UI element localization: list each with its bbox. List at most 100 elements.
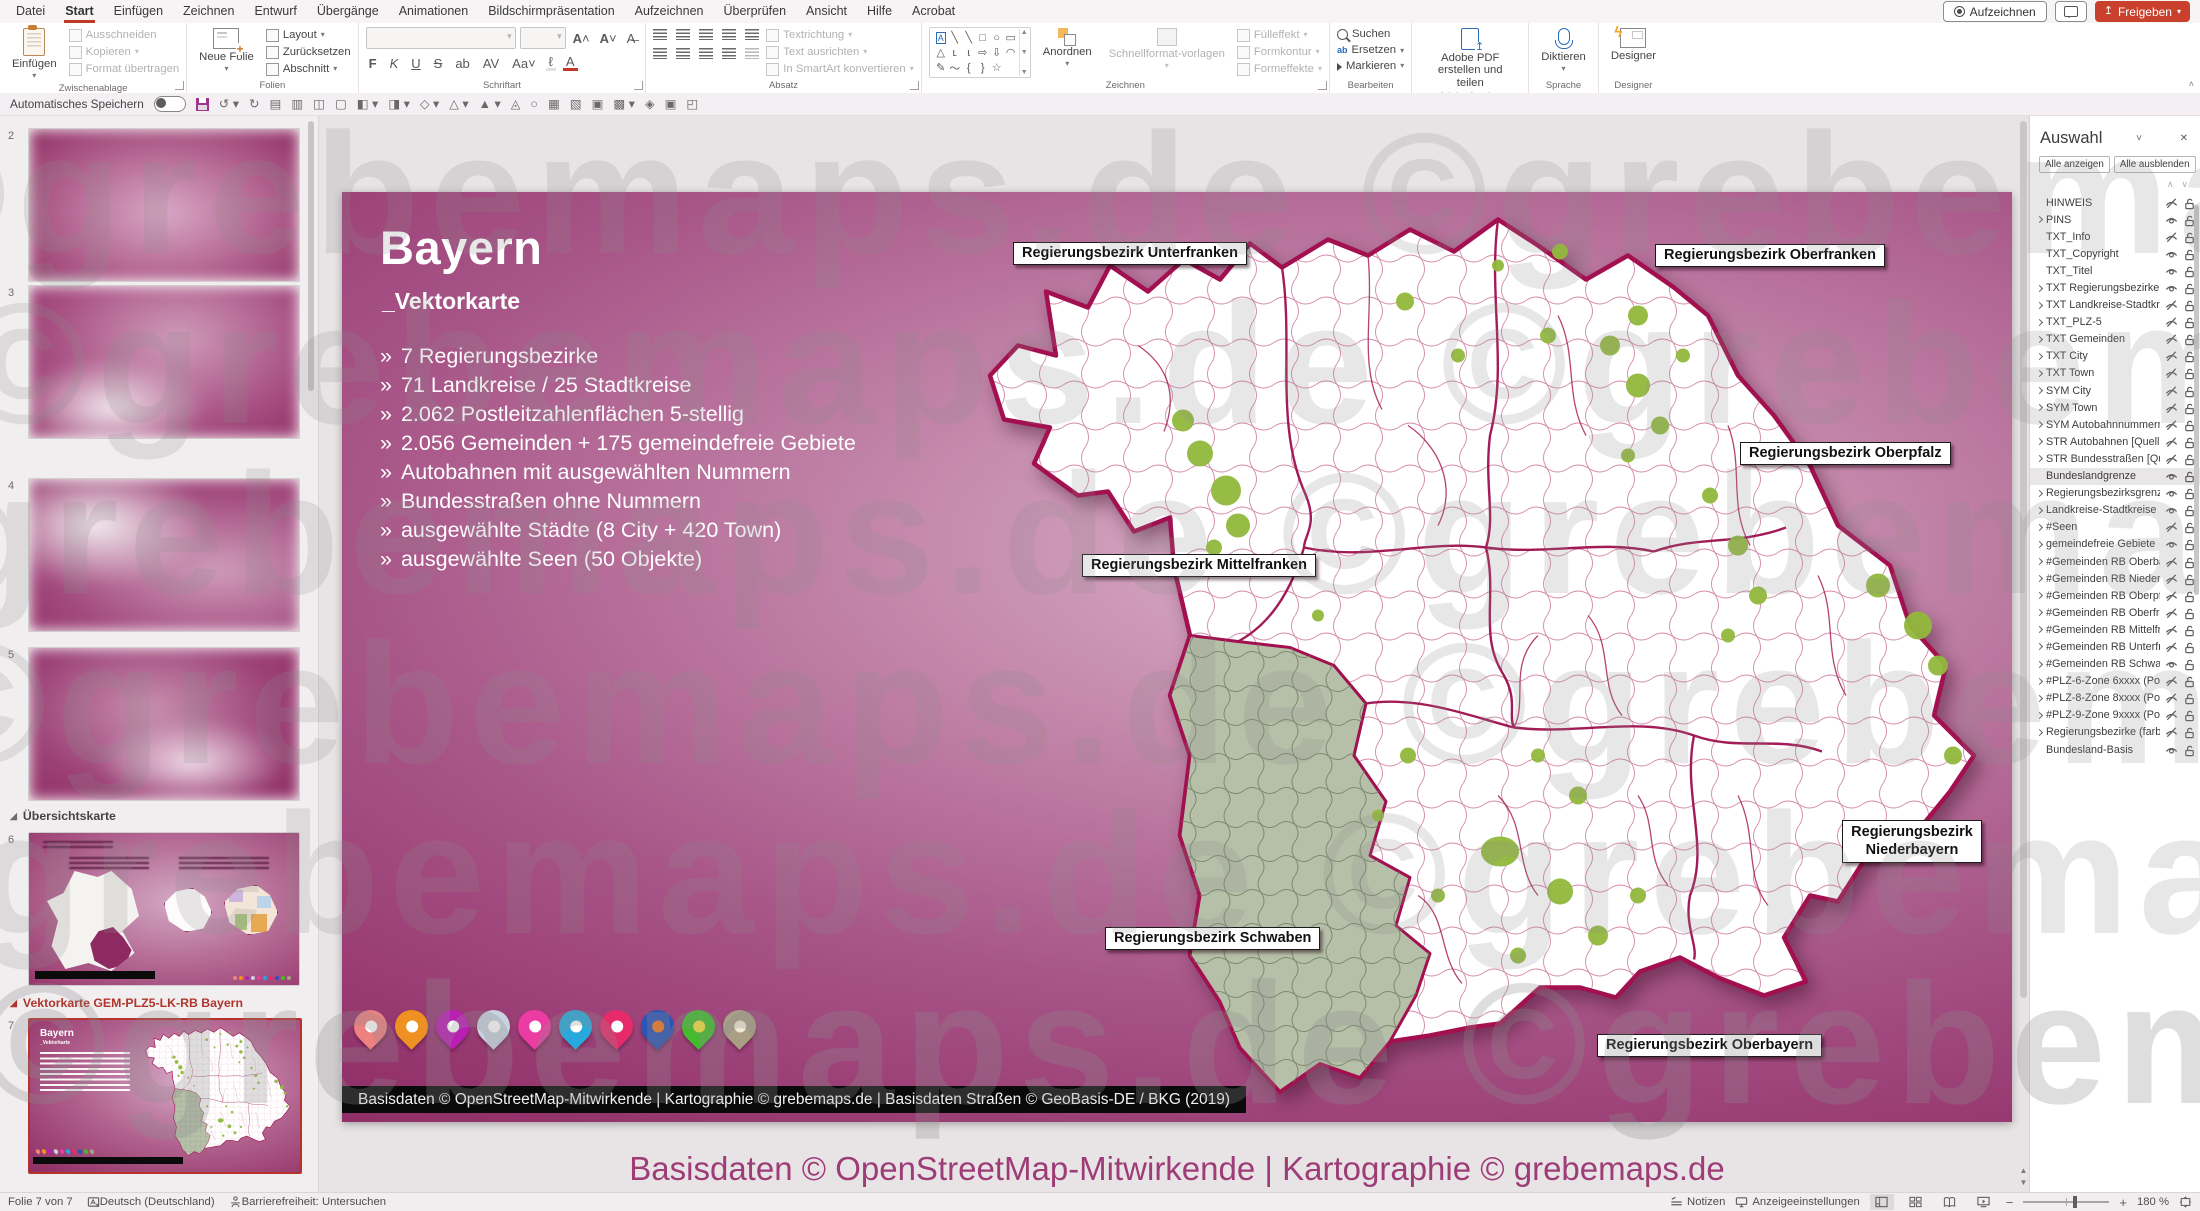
lock-icon[interactable] [2183,675,2196,687]
expand-chevron-icon[interactable] [2036,696,2046,701]
slide-title[interactable]: Bayern [380,220,542,275]
layer-row[interactable]: #Gemeinden RB Oberpfalz [2030,587,2200,604]
layer-row[interactable]: #Gemeinden RB Schwaben [2030,656,2200,673]
clear-formatting-button[interactable]: A̶ [624,31,639,46]
format-painter-button[interactable]: Format übertragen [69,63,180,76]
layer-row[interactable]: #Gemeinden RB Oberfranken [2030,604,2200,621]
expand-chevron-icon[interactable] [2036,456,2046,461]
map-pin-icon[interactable] [716,1003,763,1050]
scroll-up-icon[interactable]: ▲ [2019,1166,2028,1175]
map-label-oberfranken[interactable]: Regierungsbezirk Oberfranken [1655,244,1885,267]
decrease-indent-button[interactable] [699,29,713,40]
map-label-niederbayern[interactable]: Regierungsbezirk Niederbayern [1842,820,1982,863]
menu-tab[interactable]: Start [55,0,103,23]
collapse-ribbon-icon[interactable]: ˄ [2189,79,2194,89]
visibility-toggle-icon[interactable] [2165,248,2178,260]
show-all-button[interactable]: Alle anzeigen [2039,156,2110,173]
lock-icon[interactable] [2183,726,2196,738]
select-button[interactable]: Markieren▾ [1337,61,1404,73]
layer-row[interactable]: SYM City [2030,382,2200,399]
share-button[interactable]: ↥ Freigeben ▾ [2095,1,2190,22]
visibility-toggle-icon[interactable] [2165,367,2178,379]
comments-button[interactable] [2055,1,2087,22]
lock-icon[interactable] [2183,624,2196,636]
expand-chevron-icon[interactable] [2036,610,2046,615]
qat-icon[interactable]: ◇ ▾ [420,98,439,111]
visibility-toggle-icon[interactable] [2165,744,2178,756]
zoom-level[interactable]: 180 % [2137,1196,2169,1208]
layer-row[interactable]: HINWEIS [2030,194,2200,211]
qat-icon[interactable]: ▤ [270,98,282,111]
expand-chevron-icon[interactable] [2036,576,2046,581]
replace-button[interactable]: abErsetzen▾ [1337,45,1404,57]
visibility-toggle-icon[interactable] [2165,316,2178,328]
qat-icon[interactable]: ◨ ▾ [388,98,410,111]
section-header-active[interactable]: ◢ Vektorkarte GEM-PLZ5-LK-RB Bayern [10,996,243,1010]
shape-fill-button[interactable]: Fülleffekt▾ [1237,29,1322,42]
slide-subtitle[interactable]: _Vektorkarte [382,288,520,315]
columns-button[interactable] [745,48,759,59]
dialog-launcher-icon[interactable] [910,81,919,90]
section-header[interactable]: ◢ Übersichtskarte [10,809,116,823]
slide-sorter-view-button[interactable] [1904,1194,1928,1210]
lock-icon[interactable] [2183,641,2196,653]
lock-icon[interactable] [2183,709,2196,721]
strikethrough-button[interactable]: S [431,56,446,71]
qat-icon[interactable]: ◰ [686,98,698,111]
slide-thumbnail-3[interactable] [28,285,300,439]
visibility-toggle-icon[interactable] [2165,675,2178,687]
align-center-button[interactable] [676,48,690,59]
menu-tab[interactable]: Datei [6,0,55,23]
expand-chevron-icon[interactable] [2036,388,2046,393]
scroll-down-icon[interactable]: ▼ [2019,1178,2028,1187]
shapes-gallery[interactable]: A ╲╲□○▭ △ʟɩ⇨⇩◠ ✎～{}☆ ▲▼▼ [929,27,1031,78]
menu-tab[interactable]: Aufzeichnen [625,0,714,23]
arrange-button[interactable]: Anordnen▾ [1038,27,1097,78]
designer-button[interactable]: Designer [1606,27,1661,63]
menu-tab[interactable]: Ansicht [796,0,857,23]
change-case-button[interactable]: Aa˅ [509,56,539,71]
layer-row[interactable]: TXT_Copyright [2030,245,2200,262]
visibility-toggle-icon[interactable] [2165,726,2178,738]
menu-tab[interactable]: Bildschirmpräsentation [478,0,624,23]
slide-copyright-bar[interactable]: Basisdaten © OpenStreetMap-Mitwirkende |… [342,1086,1246,1113]
expand-chevron-icon[interactable] [2036,679,2046,684]
expand-chevron-icon[interactable] [2036,371,2046,376]
map-pin-icon[interactable] [347,1003,394,1050]
layer-row[interactable]: TXT Gemeinden [2030,331,2200,348]
expand-chevron-icon[interactable] [2036,439,2046,444]
visibility-toggle-icon[interactable] [2165,231,2178,243]
qat-icon[interactable]: ▣ [665,98,677,111]
visibility-toggle-icon[interactable] [2165,658,2178,670]
italic-button[interactable]: K [387,56,402,71]
undo-button[interactable]: ↺ ▾ [219,98,239,111]
visibility-toggle-icon[interactable] [2165,556,2178,568]
map-pin-icon[interactable] [634,1003,681,1050]
visibility-toggle-icon[interactable] [2165,590,2178,602]
visibility-toggle-icon[interactable] [2165,453,2178,465]
layer-row[interactable]: STR Bundesstraßen [Quelle: ... [2030,450,2200,467]
grow-font-button[interactable]: A˄ [570,31,593,46]
visibility-toggle-icon[interactable] [2165,538,2178,550]
map-label-oberpfalz[interactable]: Regierungsbezirk Oberpfalz [1740,442,1951,465]
zoom-in-button[interactable]: + [2119,1195,2127,1210]
menu-tab[interactable]: Entwurf [244,0,306,23]
layer-row[interactable]: TXT Regierungsbezirke [2030,279,2200,296]
qat-icon[interactable]: ▢ [335,98,347,111]
expand-chevron-icon[interactable] [2036,491,2046,496]
visibility-toggle-icon[interactable] [2165,470,2178,482]
layer-row[interactable]: Regierungsbezirke (farbig) [2030,724,2200,741]
visibility-toggle-icon[interactable] [2165,641,2178,653]
close-icon[interactable]: ✕ [2176,133,2192,144]
line-spacing-button[interactable] [745,29,759,40]
layer-row[interactable]: TXT_Titel [2030,262,2200,279]
lock-icon[interactable] [2183,658,2196,670]
record-button[interactable]: Aufzeichnen [1943,1,2047,22]
section-button[interactable]: Abschnitt▾ [266,63,351,76]
menu-tab[interactable]: Überprüfen [713,0,796,23]
layer-row[interactable]: SYM Town [2030,399,2200,416]
expand-chevron-icon[interactable] [2036,303,2046,308]
qat-icon[interactable]: ◫ [313,98,325,111]
visibility-toggle-icon[interactable] [2165,385,2178,397]
copy-button[interactable]: Kopieren▾ [69,46,180,59]
